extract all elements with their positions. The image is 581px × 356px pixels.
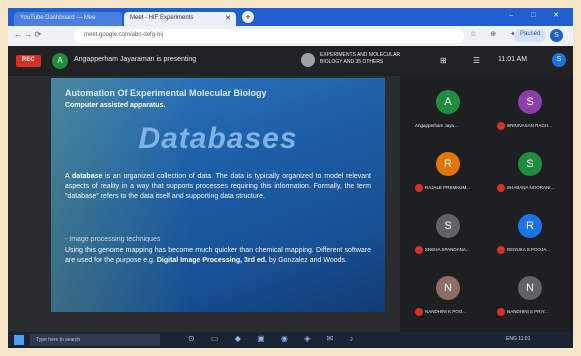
meeting-clock: 11:01 AM <box>498 56 528 63</box>
muted-mic-icon <box>415 308 423 316</box>
participant-name: RAJALE PREMKUM... <box>425 185 471 190</box>
new-tab-button[interactable]: + <box>242 11 254 23</box>
presenter-avatar: A <box>52 53 68 69</box>
slide-term: database <box>72 173 103 180</box>
system-tray: ENG 11:01 <box>506 336 531 342</box>
participant-name: NANDHINI K POO... <box>425 309 467 314</box>
participant-tile[interactable]: R RENUKA S POOJA... <box>494 210 568 262</box>
slide-subheading: Computer assisted apparatus. <box>65 102 166 109</box>
window-controls[interactable]: – □ ✕ <box>509 11 567 19</box>
participant-name: SHABANA NOORANI... <box>507 185 555 190</box>
participant-name: Angapperham Jaya... <box>415 123 458 128</box>
slide-title: Databases <box>138 122 298 155</box>
call-info-icon <box>301 53 315 67</box>
browser-tab-2[interactable]: Meet - HIF Experiments ✕ <box>124 12 236 26</box>
meet-top-bar: REC A Angapperham Jayaraman is presentin… <box>8 46 573 76</box>
participant-avatar: S <box>518 152 542 176</box>
slide-section-heading: - Image processing techniques <box>65 236 161 243</box>
muted-mic-icon <box>497 246 505 254</box>
participant-tile[interactable]: S SRINIVASAN RAGH... <box>494 86 568 138</box>
participant-name: NANDHINI S PRIY... <box>507 309 548 314</box>
participant-name: SNEHA SPANDANA... <box>425 247 470 252</box>
url-field[interactable]: meet.google.com/abc-defg-hij <box>74 29 464 43</box>
participant-tile[interactable]: N NANDHINI K POO... <box>412 272 486 324</box>
taskbar-search-input[interactable]: Type here to search <box>30 334 160 346</box>
participant-avatar: S <box>518 90 542 114</box>
participant-avatar: R <box>436 152 460 176</box>
address-bar-row: ← → ⟳ meet.google.com/abc-defg-hij ☆ ⊕ ✦… <box>8 26 573 46</box>
call-info-text: EXPERIMENTS AND MOLECULAR BIOLOGY AND 35… <box>320 52 401 65</box>
slide-body-paragraph-2: Using this genome mapping has become muc… <box>65 247 371 264</box>
muted-mic-icon <box>415 246 423 254</box>
screen: YouTube Dashboard — Mee Meet - HIF Exper… <box>8 8 573 348</box>
participant-avatar: N <box>436 276 460 300</box>
pinned-app-icons[interactable]: ⊙ ▭ ◆ ▣ ◉ ◈ ✉ ♪ <box>188 334 360 343</box>
tab-label: Meet - HIF Experiments <box>130 15 194 21</box>
windows-start-icon[interactable] <box>14 335 24 345</box>
participant-avatar: R <box>518 214 542 238</box>
muted-mic-icon <box>497 308 505 316</box>
participant-tile[interactable]: N NANDHINI S PRIY... <box>494 272 568 324</box>
presentation-slide: Automation Of Experimental Molecular Bio… <box>51 78 385 312</box>
participant-avatar: N <box>518 276 542 300</box>
participant-tile[interactable]: A Angapperham Jaya... <box>412 86 486 138</box>
participant-avatar: A <box>436 90 460 114</box>
participant-name: RENUKA S POOJA... <box>507 247 551 252</box>
participant-grid: A Angapperham Jaya... S SRINIVASAN RAGH.… <box>412 86 568 326</box>
tab-label: YouTube Dashboard — Mee <box>20 15 96 21</box>
participant-avatar: S <box>436 214 460 238</box>
participant-name: SRINIVASAN RAGH... <box>507 123 552 128</box>
os-taskbar: Type here to search ⊙ ▭ ◆ ▣ ◉ ◈ ✉ ♪ ENG … <box>8 332 573 348</box>
browser-tab-1[interactable]: YouTube Dashboard — Mee <box>14 12 122 26</box>
user-avatar[interactable]: S <box>552 53 566 67</box>
slide-heading: Automation Of Experimental Molecular Bio… <box>65 88 267 98</box>
presentation-stage: Automation Of Experimental Molecular Bio… <box>8 76 400 332</box>
nav-buttons[interactable]: ← → ⟳ <box>14 30 41 39</box>
layout-and-menu-icons[interactable]: ⊞ ☰ <box>440 56 492 65</box>
presenting-text: Angapperham Jayaraman is presenting <box>74 56 197 63</box>
close-tab-icon[interactable]: ✕ <box>225 14 231 22</box>
slide-reference: Digital Image Processing, 3rd ed. <box>156 257 267 264</box>
participant-tile[interactable]: S SNEHA SPANDANA... <box>412 210 486 262</box>
slide-body-paragraph: A database is an organized collection of… <box>65 173 371 200</box>
browser-tab-bar: YouTube Dashboard — Mee Meet - HIF Exper… <box>8 8 573 26</box>
recording-badge: REC <box>16 55 41 67</box>
participant-tile[interactable]: S SHABANA NOORANI... <box>494 148 568 200</box>
sync-paused-button[interactable]: Paused <box>514 29 547 42</box>
participant-tile[interactable]: R RAJALE PREMKUM... <box>412 148 486 200</box>
browser-profile-avatar[interactable]: S <box>550 29 563 42</box>
muted-mic-icon <box>497 122 505 130</box>
muted-mic-icon <box>497 184 505 192</box>
muted-mic-icon <box>415 184 423 192</box>
